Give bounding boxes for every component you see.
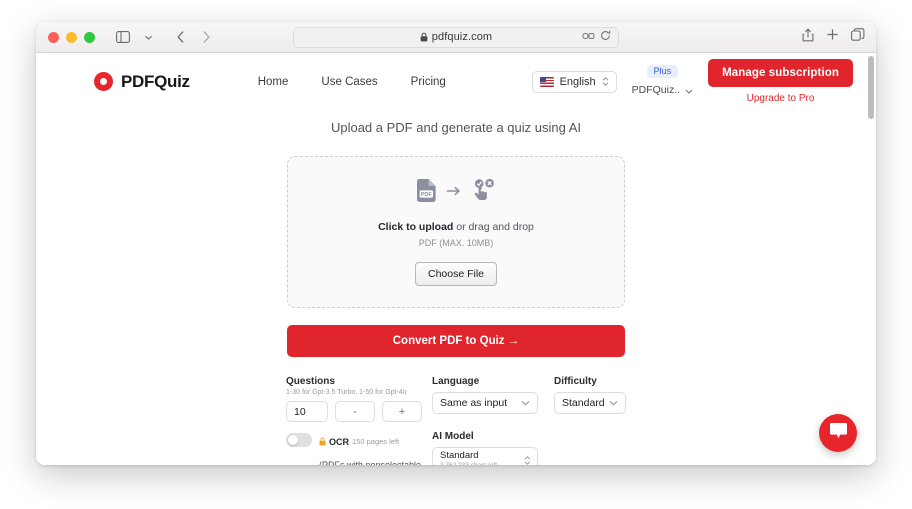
dropzone-hint: PDF (MAX. 10MB) xyxy=(418,237,494,248)
forward-chevron-icon[interactable] xyxy=(195,27,217,47)
language-value: English xyxy=(559,75,596,88)
pdf-file-icon: PDF xyxy=(417,178,436,207)
questions-decrement-button[interactable]: - xyxy=(335,401,375,422)
plus-badge: Plus xyxy=(646,64,679,78)
url-text: pdfquiz.com xyxy=(431,31,493,43)
ocr-note: (PDFs with nonselectable text) xyxy=(319,459,422,465)
lock-icon xyxy=(420,32,428,42)
ocr-pages-left: 150 pages left xyxy=(352,436,400,446)
page-title: Upload a PDF and generate a quiz using A… xyxy=(330,120,582,135)
questions-label: Questions xyxy=(286,376,335,387)
sidebar-chevron-down-icon[interactable] xyxy=(137,27,159,47)
questions-field: Questions 1-30 for Gpt-3.5 Turbo, 1-50 f… xyxy=(286,376,432,422)
dropzone-illustration: PDF xyxy=(417,178,495,207)
ocr-field: OCR 150 pages left (PDFs with nonselecta… xyxy=(286,431,432,465)
dropzone-cta-text: Click to upload or drag and drop xyxy=(378,221,534,233)
header-actions: English Plus PDFQuiz.. Manage subscripti… xyxy=(531,53,853,110)
reload-icon[interactable] xyxy=(600,28,611,46)
brand-logo[interactable]: PDFQuiz xyxy=(94,72,190,92)
primary-nav: Home Use Cases Pricing xyxy=(258,76,446,88)
logo-circle-icon xyxy=(94,72,113,91)
language-selector[interactable]: English xyxy=(531,70,617,93)
dropzone-cta-rest: or drag and drop xyxy=(453,220,534,233)
sidebar-toggle-icon[interactable] xyxy=(112,27,134,47)
file-dropzone[interactable]: PDF Click to upload or drag and drop PDF… xyxy=(287,156,625,308)
nav-item-pricing[interactable]: Pricing xyxy=(411,76,446,88)
minimize-window-button[interactable] xyxy=(66,31,77,43)
options-row-2: OCR 150 pages left (PDFs with nonselecta… xyxy=(286,431,626,465)
ai-model-select[interactable]: Standard 3,762,233 chars left xyxy=(432,447,538,465)
page-scrollbar[interactable] xyxy=(868,56,874,465)
questions-sublabel: 1-30 for Gpt-3.5 Turbo, 1-50 for Gpt-4o xyxy=(286,389,407,396)
questions-increment-button[interactable]: + xyxy=(382,401,422,422)
stepper-chevrons-icon xyxy=(602,77,609,86)
manage-subscription-button[interactable]: Manage subscription xyxy=(708,59,853,87)
chat-widget-button[interactable] xyxy=(819,414,857,452)
tab-overview-icon[interactable] xyxy=(851,28,865,46)
nav-item-use-cases[interactable]: Use Cases xyxy=(321,76,377,88)
ai-model-value: Standard xyxy=(440,450,479,462)
site-header: PDFQuiz Home Use Cases Pricing English P… xyxy=(36,53,876,110)
choose-file-button[interactable]: Choose File xyxy=(414,261,498,286)
ai-model-field: AI Model Standard 3,762,233 chars left xyxy=(432,431,554,465)
chevron-down-icon xyxy=(521,400,530,406)
nav-item-home[interactable]: Home xyxy=(258,76,289,88)
options-row-1: Questions 1-30 for Gpt-3.5 Turbo, 1-50 f… xyxy=(286,376,626,422)
upgrade-to-pro-link[interactable]: Upgrade to Pro xyxy=(747,93,815,104)
subscription-actions: Manage subscription Upgrade to Pro xyxy=(708,59,853,104)
lock-icon xyxy=(319,431,326,453)
ai-model-chars-left: 3,762,233 chars left xyxy=(440,462,497,465)
account-menu[interactable]: Plus PDFQuiz.. xyxy=(631,64,693,99)
difficulty-label: Difficulty xyxy=(554,376,597,387)
language-field: Language Same as input xyxy=(432,376,554,422)
scrollbar-thumb[interactable] xyxy=(868,56,874,119)
ocr-label: OCR xyxy=(329,436,349,447)
close-window-button[interactable] xyxy=(48,31,59,43)
address-bar[interactable]: pdfquiz.com xyxy=(293,26,619,48)
plus-icon[interactable] xyxy=(826,28,839,46)
convert-pdf-to-quiz-button[interactable]: Convert PDF to Quiz → xyxy=(287,325,625,357)
quiz-language-value: Same as input xyxy=(440,397,508,409)
us-flag-icon xyxy=(539,76,554,87)
difficulty-value: Standard xyxy=(562,397,605,409)
browser-titlebar: pdfquiz.com xyxy=(36,22,876,53)
arrow-right-icon xyxy=(446,184,461,202)
chevron-down-icon xyxy=(609,400,618,406)
svg-text:PDF: PDF xyxy=(421,192,432,198)
back-chevron-icon[interactable] xyxy=(170,27,192,47)
questions-input[interactable]: 10 xyxy=(286,401,328,422)
quiz-language-select[interactable]: Same as input xyxy=(432,392,538,414)
quiz-hand-pointer-icon xyxy=(471,178,495,207)
browser-window: pdfquiz.com PDFQuiz Home Use Cases Prici… xyxy=(36,22,876,465)
quiz-language-label: Language xyxy=(432,376,480,387)
ai-model-label: AI Model xyxy=(432,431,474,442)
difficulty-select[interactable]: Standard xyxy=(554,392,626,414)
stepper-chevrons-icon xyxy=(524,455,531,465)
extensions-icon[interactable] xyxy=(582,28,595,46)
brand-name: PDFQuiz xyxy=(121,71,190,91)
ocr-toggle[interactable] xyxy=(286,433,312,447)
difficulty-field: Difficulty Standard xyxy=(554,376,626,422)
web-page: PDFQuiz Home Use Cases Pricing English P… xyxy=(36,53,876,465)
maximize-window-button[interactable] xyxy=(84,31,95,43)
account-name: PDFQuiz.. xyxy=(631,83,681,96)
chat-bubble-icon xyxy=(829,422,848,444)
chevron-down-icon xyxy=(685,81,693,99)
main-content: Upload a PDF and generate a quiz using A… xyxy=(36,110,876,465)
window-controls xyxy=(48,31,95,43)
share-icon[interactable] xyxy=(802,27,814,47)
dropzone-cta-strong: Click to upload xyxy=(378,220,454,233)
